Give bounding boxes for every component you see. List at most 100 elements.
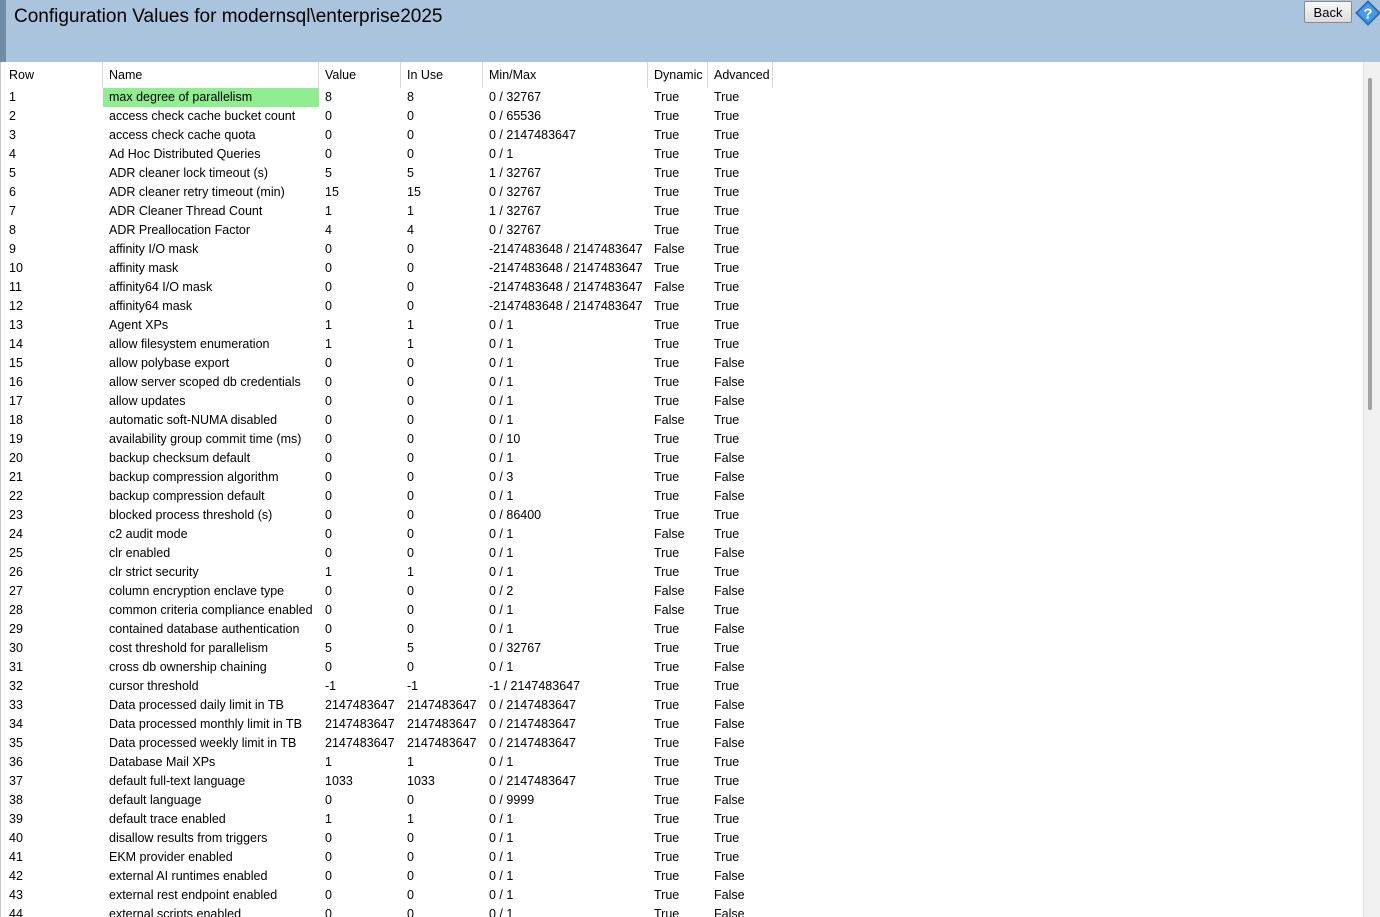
cell-dynamic[interactable]: True [648, 107, 708, 126]
table-row[interactable]: 35 Data processed weekly limit in TB 21474… [1, 734, 1363, 753]
cell-row[interactable]: 22 [3, 487, 103, 506]
cell-value[interactable]: 0 [319, 886, 401, 905]
column-header-in-use[interactable]: In Use [401, 62, 483, 88]
cell-row[interactable]: 37 [3, 772, 103, 791]
cell-value[interactable]: 5 [319, 164, 401, 183]
cell-in-use[interactable]: 0 [401, 829, 483, 848]
cell-min-max[interactable]: 0 / 2147483647 [483, 126, 648, 145]
cell-in-use[interactable]: 0 [401, 601, 483, 620]
table-row[interactable]: 40 disallow results from triggers 0 0 0 / 1T… [1, 829, 1363, 848]
cell-dynamic[interactable]: True [648, 88, 708, 107]
cell-row[interactable]: 2 [3, 107, 103, 126]
cell-row[interactable]: 44 [3, 905, 103, 917]
cell-dynamic[interactable]: True [648, 259, 708, 278]
cell-value[interactable]: 0 [319, 354, 401, 373]
cell-min-max[interactable]: 0 / 1 [483, 145, 648, 164]
cell-name[interactable]: affinity mask [103, 259, 319, 278]
cell-dynamic[interactable]: True [648, 145, 708, 164]
cell-name[interactable]: default language [103, 791, 319, 810]
cell-in-use[interactable]: 0 [401, 449, 483, 468]
table-row[interactable]: 44 external scripts enabled 0 0 0 / 1 True Fal… [1, 905, 1363, 917]
cell-value[interactable]: 1 [319, 563, 401, 582]
cell-name[interactable]: affinity I/O mask [103, 240, 319, 259]
cell-row[interactable]: 34 [3, 715, 103, 734]
cell-min-max[interactable]: 0 / 1 [483, 335, 648, 354]
cell-value[interactable]: 0 [319, 487, 401, 506]
table-row[interactable]: 4 Ad Hoc Distributed Queries 0 0 0 / 1 True Tr… [1, 145, 1363, 164]
cell-name[interactable]: allow polybase export [103, 354, 319, 373]
table-row[interactable]: 6 ADR cleaner retry timeout (min) 15 15 0 / … [1, 183, 1363, 202]
cell-dynamic[interactable]: True [648, 905, 708, 917]
cell-dynamic[interactable]: True [648, 487, 708, 506]
cell-row[interactable]: 6 [3, 183, 103, 202]
cell-name[interactable]: availability group commit time (ms) [103, 430, 319, 449]
cell-min-max[interactable]: 0 / 2147483647 [483, 734, 648, 753]
cell-dynamic[interactable]: True [648, 221, 708, 240]
cell-min-max[interactable]: 0 / 1 [483, 658, 648, 677]
cell-row[interactable]: 23 [3, 506, 103, 525]
table-row[interactable]: 20 backup checksum default 0 0 0 / 1 True Fals… [1, 449, 1363, 468]
cell-value[interactable]: 1 [319, 202, 401, 221]
cell-row[interactable]: 26 [3, 563, 103, 582]
cell-advanced[interactable]: False [708, 791, 773, 810]
cell-advanced[interactable]: True [708, 221, 773, 240]
cell-in-use[interactable]: 0 [401, 658, 483, 677]
cell-in-use[interactable]: 0 [401, 525, 483, 544]
cell-value[interactable]: 1 [319, 316, 401, 335]
cell-dynamic[interactable]: True [648, 677, 708, 696]
table-row[interactable]: 16 allow server scoped db credentials 0 0 0 … [1, 373, 1363, 392]
cell-min-max[interactable]: 0 / 3 [483, 468, 648, 487]
cell-dynamic[interactable]: True [648, 848, 708, 867]
cell-row[interactable]: 18 [3, 411, 103, 430]
cell-dynamic[interactable]: False [648, 601, 708, 620]
cell-min-max[interactable]: 0 / 1 [483, 411, 648, 430]
cell-min-max[interactable]: 0 / 1 [483, 373, 648, 392]
cell-value[interactable]: 0 [319, 601, 401, 620]
cell-name[interactable]: contained database authentication [103, 620, 319, 639]
cell-min-max[interactable]: 0 / 65536 [483, 107, 648, 126]
cell-name[interactable]: ADR Preallocation Factor [103, 221, 319, 240]
cell-name[interactable]: allow server scoped db credentials [103, 373, 319, 392]
cell-dynamic[interactable]: True [648, 126, 708, 145]
cell-min-max[interactable]: 0 / 1 [483, 848, 648, 867]
cell-advanced[interactable]: True [708, 240, 773, 259]
cell-dynamic[interactable]: True [648, 316, 708, 335]
cell-min-max[interactable]: 0 / 1 [483, 449, 648, 468]
table-row[interactable]: 42 external AI runtimes enabled 0 0 0 / 1 Tru… [1, 867, 1363, 886]
cell-min-max[interactable]: 0 / 1 [483, 620, 648, 639]
cell-row[interactable]: 21 [3, 468, 103, 487]
cell-row[interactable]: 15 [3, 354, 103, 373]
cell-min-max[interactable]: 0 / 10 [483, 430, 648, 449]
cell-in-use[interactable]: 0 [401, 468, 483, 487]
table-row[interactable]: 10 affinity mask 0 0 -2147483648 / 214748364… [1, 259, 1363, 278]
table-row[interactable]: 29 contained database authentication 0 0 0 /… [1, 620, 1363, 639]
cell-min-max[interactable]: 1 / 32767 [483, 202, 648, 221]
cell-min-max[interactable]: 0 / 1 [483, 525, 648, 544]
cell-min-max[interactable]: 0 / 2147483647 [483, 715, 648, 734]
cell-min-max[interactable]: 0 / 32767 [483, 639, 648, 658]
cell-advanced[interactable]: False [708, 658, 773, 677]
cell-advanced[interactable]: True [708, 677, 773, 696]
table-row[interactable]: 3 access check cache quota 0 0 0 / 214748364… [1, 126, 1363, 145]
cell-in-use[interactable]: 15 [401, 183, 483, 202]
table-row[interactable]: 12 affinity64 mask 0 0 -2147483648 / 2147483… [1, 297, 1363, 316]
cell-in-use[interactable]: 1 [401, 563, 483, 582]
cell-advanced[interactable]: False [708, 867, 773, 886]
cell-in-use[interactable]: 1 [401, 753, 483, 772]
cell-advanced[interactable]: False [708, 734, 773, 753]
cell-advanced[interactable]: True [708, 848, 773, 867]
table-row[interactable]: 1 max degree of parallelism 8 8 0 / 32767 Tru… [1, 88, 1363, 107]
cell-row[interactable]: 13 [3, 316, 103, 335]
cell-row[interactable]: 20 [3, 449, 103, 468]
cell-advanced[interactable]: True [708, 316, 773, 335]
cell-advanced[interactable]: True [708, 278, 773, 297]
cell-row[interactable]: 43 [3, 886, 103, 905]
cell-in-use[interactable]: 0 [401, 126, 483, 145]
cell-value[interactable]: 8 [319, 88, 401, 107]
cell-value[interactable]: 1 [319, 753, 401, 772]
cell-name[interactable]: c2 audit mode [103, 525, 319, 544]
cell-name[interactable]: Ad Hoc Distributed Queries [103, 145, 319, 164]
cell-value[interactable]: 0 [319, 107, 401, 126]
table-row[interactable]: 41 EKM provider enabled 0 0 0 / 1 True True [1, 848, 1363, 867]
cell-name[interactable]: backup compression default [103, 487, 319, 506]
